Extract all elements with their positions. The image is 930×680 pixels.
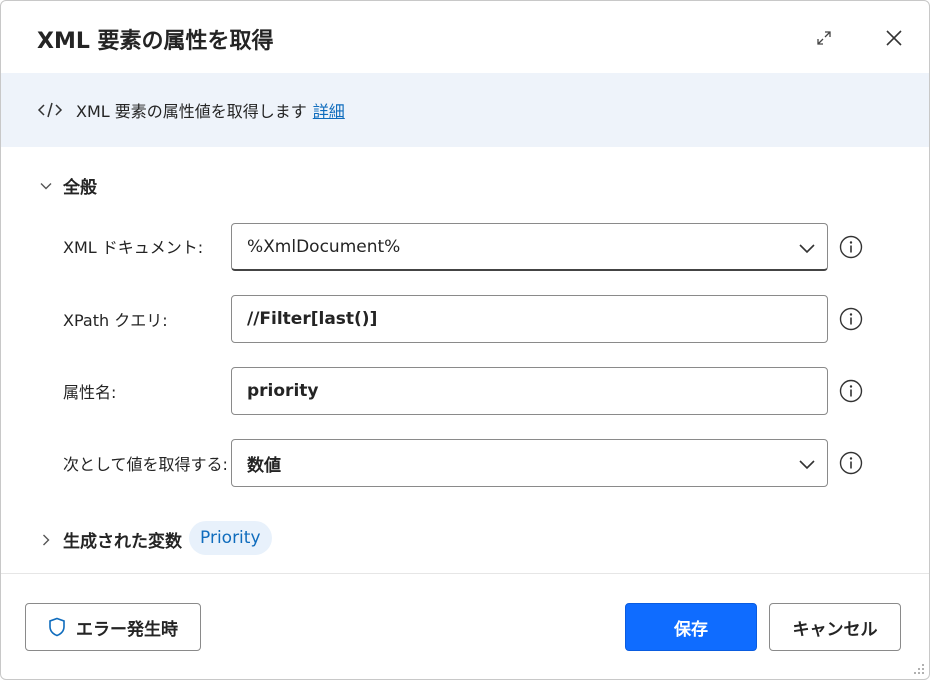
- chevron-down-icon: [40, 182, 52, 189]
- xpath-query-value: //Filter[last()]: [247, 309, 378, 329]
- xpath-query-input[interactable]: //Filter[last()]: [231, 295, 828, 343]
- xml-document-combo[interactable]: %XmlDocument%: [231, 223, 828, 271]
- get-value-as-select[interactable]: 数値: [231, 439, 828, 487]
- variables-section-label: 生成された変数: [63, 532, 182, 552]
- variables-section-toggle[interactable]: 生成された変数: [39, 527, 182, 552]
- info-icon[interactable]: [839, 307, 863, 331]
- chevron-down-icon[interactable]: [797, 454, 817, 474]
- on-error-button[interactable]: エラー発生時: [25, 603, 201, 651]
- close-button[interactable]: [881, 25, 907, 51]
- expand-button[interactable]: [811, 25, 837, 51]
- description-banner: XML 要素の属性値を取得します 詳細: [1, 73, 929, 147]
- xml-document-label: XML ドキュメント:: [63, 238, 204, 257]
- footer-divider: [1, 573, 929, 574]
- info-icon[interactable]: [839, 379, 863, 403]
- info-icon[interactable]: [839, 235, 863, 259]
- close-icon: [886, 30, 902, 46]
- general-section-label: 全般: [63, 178, 97, 198]
- dialog: XML 要素の属性を取得 XML 要素の属性値を取得します 詳細 全般 XML …: [0, 0, 930, 680]
- get-value-as-value: 数値: [247, 455, 281, 476]
- expand-icon: [817, 31, 831, 45]
- info-icon[interactable]: [839, 451, 863, 475]
- variable-pill[interactable]: Priority: [189, 521, 272, 555]
- details-link[interactable]: 詳細: [313, 98, 345, 122]
- banner-text: XML 要素の属性値を取得します: [76, 102, 307, 121]
- xml-document-value: %XmlDocument%: [247, 236, 401, 257]
- cancel-button[interactable]: キャンセル: [769, 603, 901, 651]
- attribute-name-input[interactable]: priority: [231, 367, 828, 415]
- on-error-button-label: エラー発生時: [76, 619, 178, 640]
- attribute-name-value: priority: [247, 381, 319, 401]
- save-button[interactable]: 保存: [625, 603, 757, 651]
- xpath-query-label: XPath クエリ:: [63, 311, 168, 330]
- chevron-down-icon[interactable]: [797, 238, 817, 258]
- general-section-toggle[interactable]: 全般: [39, 173, 97, 198]
- resize-grip-icon[interactable]: [913, 663, 925, 675]
- get-value-as-label: 次として値を取得する:: [63, 455, 228, 474]
- code-icon: [37, 102, 63, 118]
- attribute-name-label: 属性名:: [63, 383, 117, 402]
- shield-icon: [49, 617, 65, 637]
- chevron-right-icon: [43, 534, 50, 545]
- dialog-title: XML 要素の属性を取得: [37, 29, 274, 54]
